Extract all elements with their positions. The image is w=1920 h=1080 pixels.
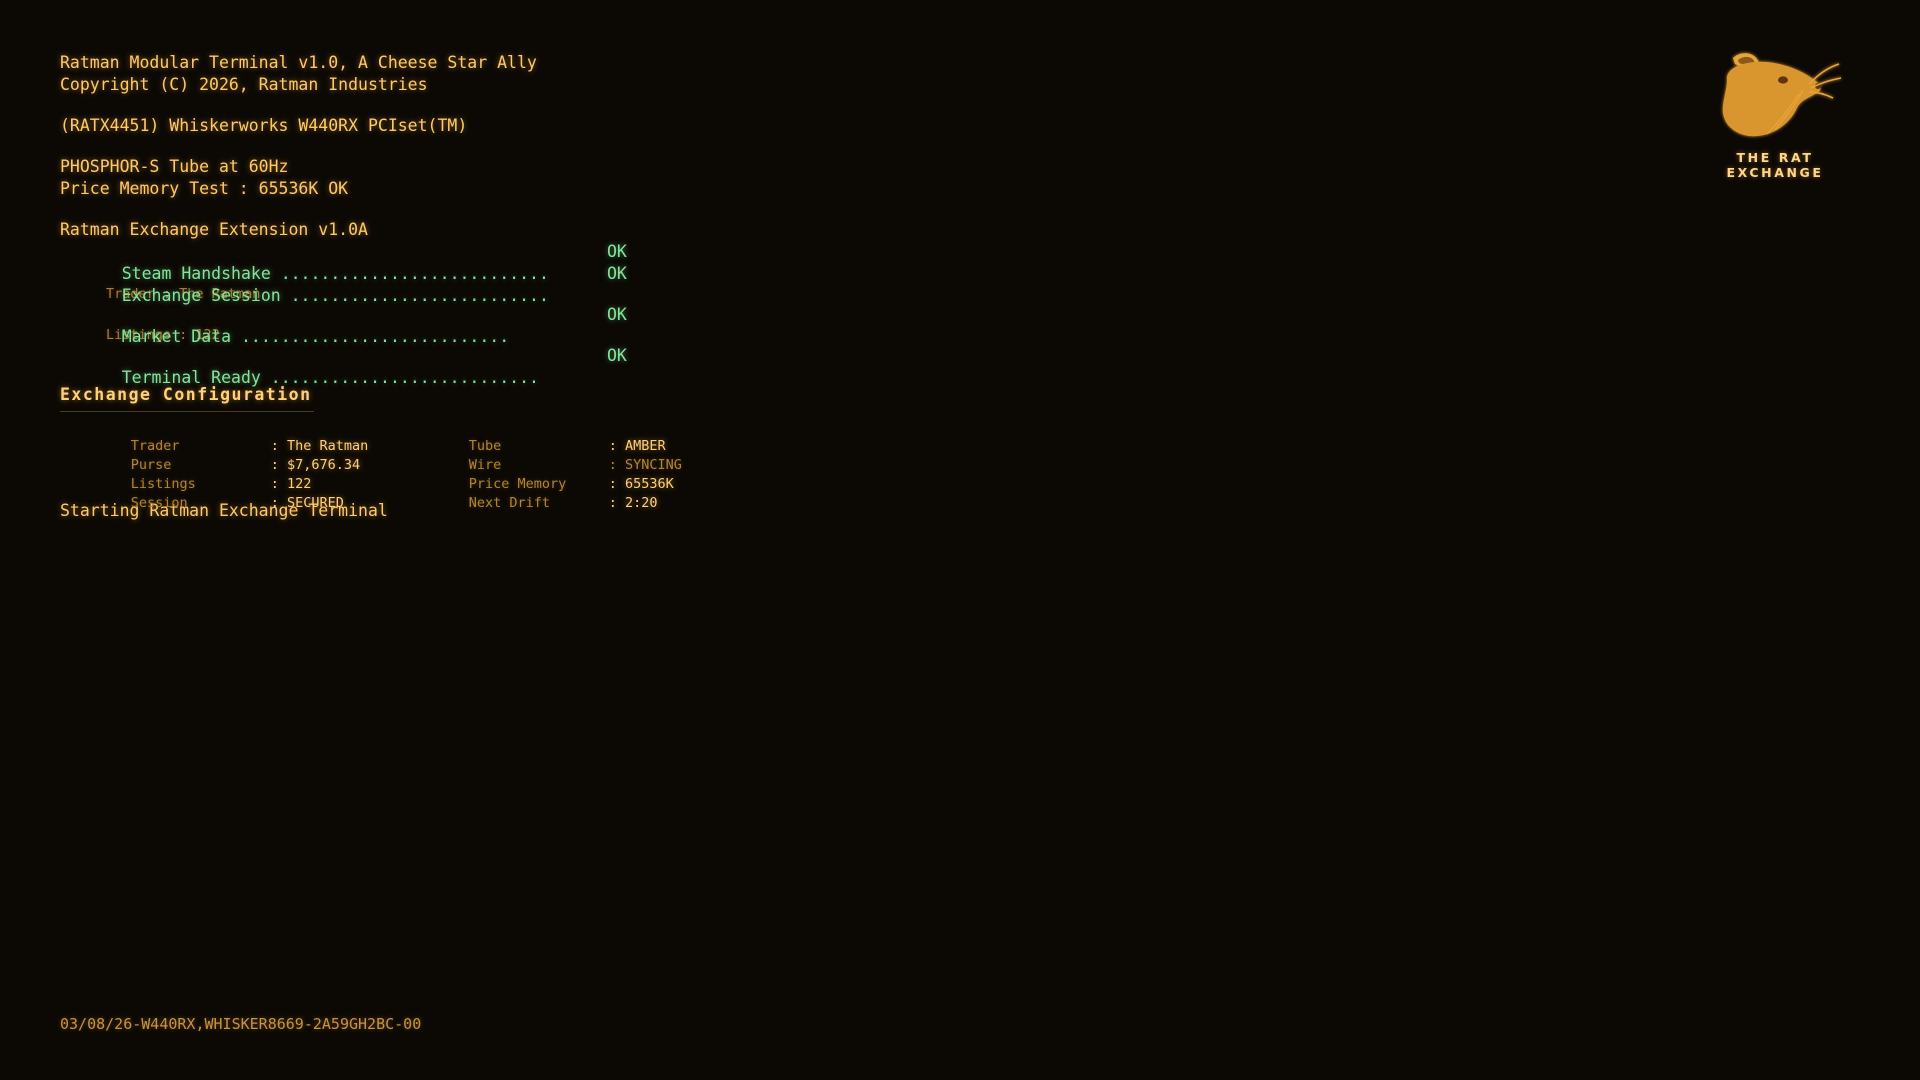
rat-head-icon — [1722, 53, 1842, 137]
config-key: Session — [130, 495, 188, 511]
config-row-purse: Purse: $7,676.34 — [82, 437, 360, 473]
config-value: : 2:20 — [608, 495, 658, 511]
config-row-tube: Tube: AMBER — [420, 418, 666, 454]
config-row-next-drift: Next Drift : 2:20 — [420, 475, 658, 511]
check-label: Exchange Session .......................… — [121, 286, 549, 305]
copyright-line: Copyright (C) 2026, Ratman Industries — [60, 75, 428, 94]
check-status: OK — [607, 346, 627, 365]
config-key: Next Drift — [468, 495, 551, 511]
config-row-listings: Listings: 122 — [82, 456, 312, 492]
check-exchange-session: Exchange Session .......................… — [60, 263, 1160, 305]
config-value: : SECURED — [270, 495, 344, 511]
bios-footer: 03/08/26-W440RX,WHISKER8669-2A59GH2BC-00 — [60, 1015, 422, 1033]
config-row-trader: Trader: The Ratman — [82, 418, 369, 454]
logo-text: THE RAT EXCHANGE — [1726, 150, 1824, 180]
config-row-price-memory: Price Memory: 65536K — [420, 456, 674, 492]
check-status: OK — [607, 305, 627, 324]
memory-test-line: Price Memory Test : 65536K OK — [60, 179, 349, 198]
check-label: Terminal Ready .........................… — [121, 368, 539, 387]
extension-title: Ratman Exchange Extension v1.0A — [60, 220, 368, 239]
tube-line: PHOSPHOR-S Tube at 60Hz — [60, 157, 289, 176]
check-status: OK — [607, 264, 627, 283]
check-status: OK — [607, 242, 627, 261]
check-market-data: Market Data ........................... … — [60, 304, 1160, 346]
config-row-wire: Wire: SYNCING — [420, 437, 682, 473]
terminal-title: Ratman Modular Terminal v1.0, A Cheese S… — [60, 53, 537, 72]
config-table: Trader: The Ratman Purse: $7,676.34 List… — [60, 418, 1160, 511]
check-terminal-ready: Terminal Ready .........................… — [60, 345, 1160, 387]
check-steam-handshake: Steam Handshake ........................… — [60, 241, 1160, 283]
rat-exchange-logo: THE RAT EXCHANGE — [1690, 50, 1860, 180]
check-label: Market Data ........................... — [121, 327, 510, 346]
config-row-session: Session : SECURED — [82, 475, 344, 511]
chipset-line: (RATX4451) Whiskerworks W440RX PCIset(TM… — [60, 116, 468, 135]
boot-screen: Ratman Modular Terminal v1.0, A Cheese S… — [60, 52, 1160, 522]
